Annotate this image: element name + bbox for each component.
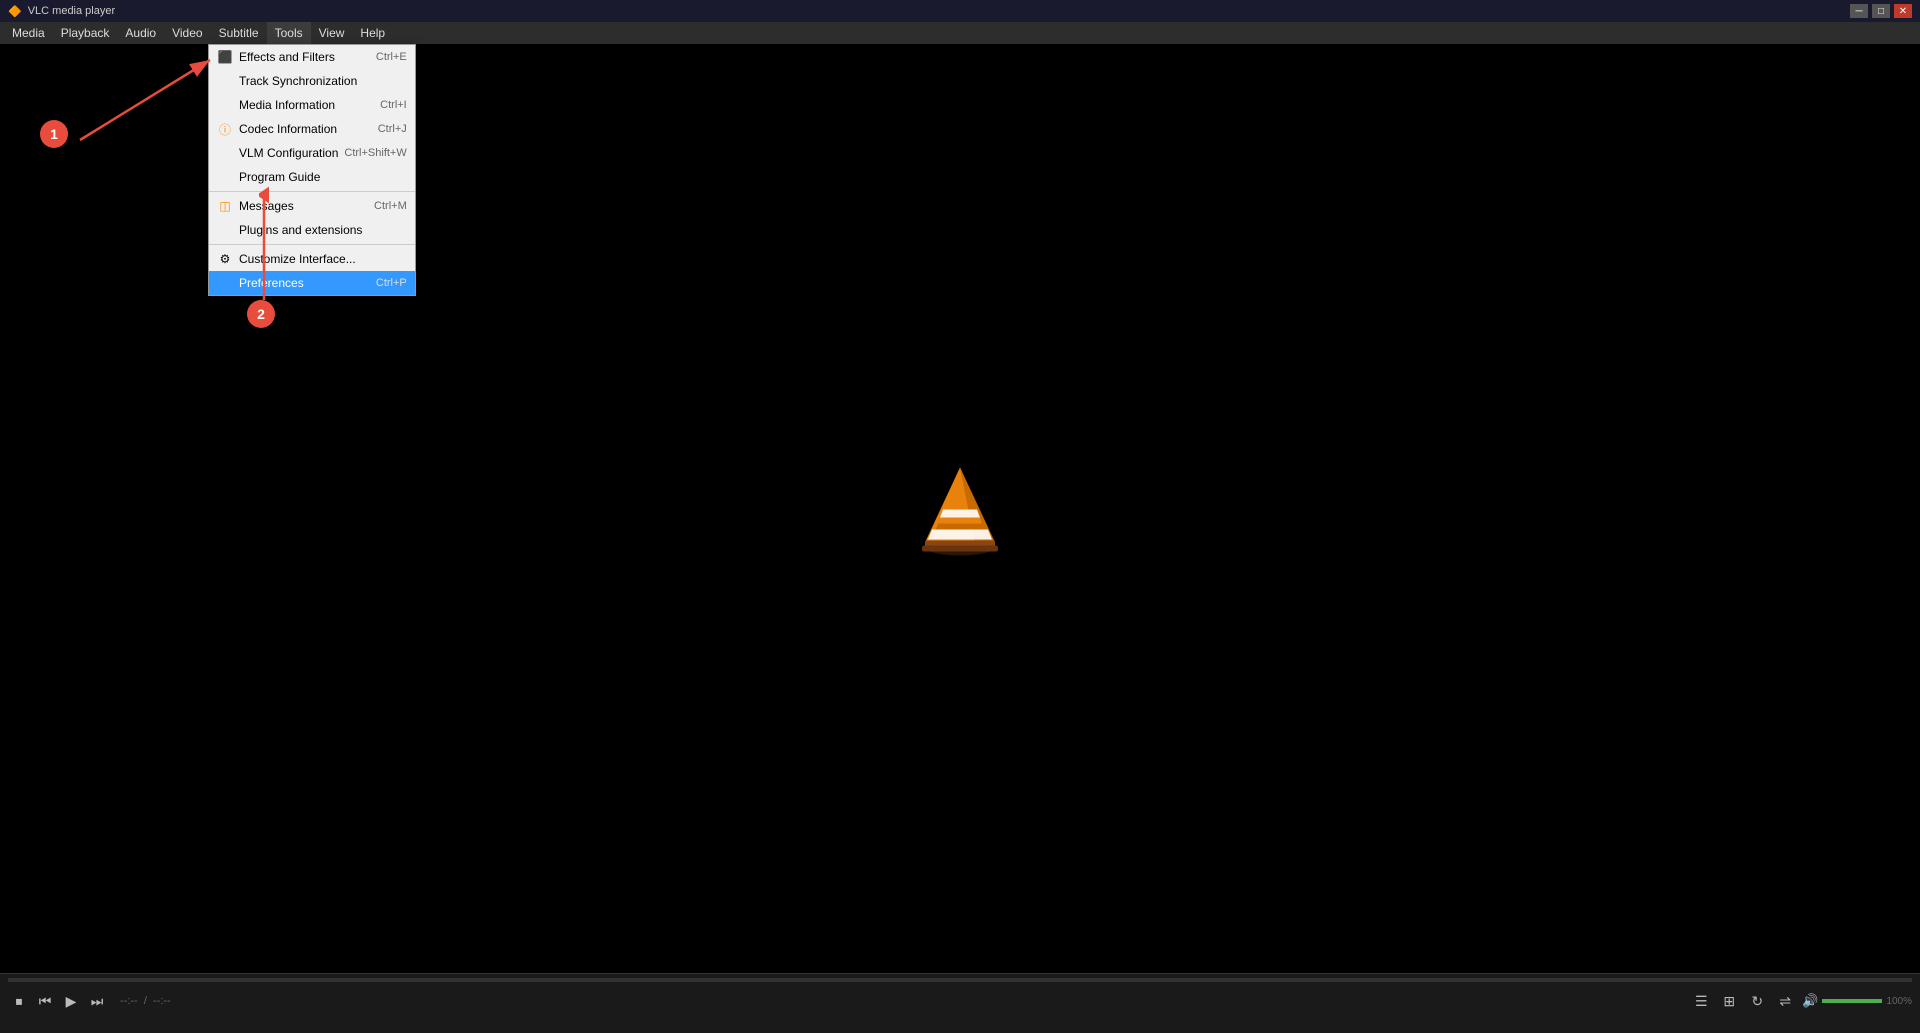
loop-button[interactable]: ↻ (1746, 990, 1768, 1012)
tools-dropdown-menu: ⬛ Effects and Filters Ctrl+E Track Synch… (208, 44, 416, 296)
play-button[interactable]: ▶ (60, 990, 82, 1012)
prev-button[interactable]: ⏮ (34, 990, 56, 1012)
plugins-icon (217, 222, 233, 238)
menu-messages[interactable]: ◫ Messages Ctrl+M (209, 194, 415, 218)
shuffle-button[interactable]: ⇌ (1774, 990, 1796, 1012)
menu-vlm-configuration[interactable]: VLM Configuration Ctrl+Shift+W (209, 141, 415, 165)
effects-label: Effects and Filters (239, 50, 335, 64)
menu-item-subtitle[interactable]: Subtitle (211, 22, 267, 44)
track-sync-icon (217, 73, 233, 89)
vlm-label: VLM Configuration (239, 146, 338, 160)
vlm-shortcut: Ctrl+Shift+W (344, 147, 406, 159)
media-info-icon (217, 97, 233, 113)
volume-slider[interactable] (1822, 999, 1882, 1003)
messages-icon: ◫ (217, 198, 233, 214)
time-display: --:-- / --:-- (120, 995, 171, 1007)
stop-button[interactable]: ⏹ (8, 990, 30, 1012)
volume-percent: 100% (1886, 996, 1912, 1007)
menu-item-media[interactable]: Media (4, 22, 53, 44)
customize-label: Customize Interface... (239, 252, 356, 266)
menu-program-guide[interactable]: Program Guide (209, 165, 415, 189)
track-sync-label: Track Synchronization (239, 74, 357, 88)
preferences-icon (217, 275, 233, 291)
menu-media-information[interactable]: Media Information Ctrl+I (209, 93, 415, 117)
menu-codec-information[interactable]: ⓘ Codec Information Ctrl+J (209, 117, 415, 141)
preferences-shortcut: Ctrl+P (376, 277, 407, 289)
vlc-cone (910, 457, 1010, 560)
app-icon: 🔶 (8, 5, 22, 18)
maximize-button[interactable]: □ (1872, 4, 1890, 18)
menu-item-audio[interactable]: Audio (117, 22, 164, 44)
vlc-cone-svg (910, 457, 1010, 557)
menu-bar: Media Playback Audio Video Subtitle Tool… (0, 22, 1920, 44)
window-title: VLC media player (28, 5, 115, 17)
menu-item-view[interactable]: View (311, 22, 353, 44)
messages-label: Messages (239, 199, 294, 213)
progress-bar[interactable] (8, 978, 1912, 982)
menu-item-playback[interactable]: Playback (53, 22, 118, 44)
title-bar-controls: ─ □ ✕ (1850, 4, 1912, 18)
plugins-label: Plugins and extensions (239, 223, 362, 237)
separator-1 (209, 191, 415, 192)
title-bar-left: 🔶 VLC media player (8, 5, 115, 18)
preferences-label: Preferences (239, 276, 304, 290)
codec-label: Codec Information (239, 122, 337, 136)
media-info-shortcut: Ctrl+I (380, 99, 407, 111)
menu-customize-interface[interactable]: ⚙ Customize Interface... (209, 247, 415, 271)
messages-shortcut: Ctrl+M (374, 200, 407, 212)
time-current: --:-- (120, 995, 138, 1007)
effects-icon: ⬛ (217, 49, 233, 65)
menu-item-video[interactable]: Video (164, 22, 210, 44)
title-bar: 🔶 VLC media player ─ □ ✕ (0, 0, 1920, 22)
media-info-label: Media Information (239, 98, 335, 112)
player-bar: ⏹ ⏮ ▶ ⏭ --:-- / --:-- ☰ ⊞ ↻ ⇌ 🔊 100% (0, 973, 1920, 1033)
menu-effects-and-filters[interactable]: ⬛ Effects and Filters Ctrl+E (209, 45, 415, 69)
customize-icon: ⚙ (217, 251, 233, 267)
volume-icon: 🔊 (1802, 993, 1818, 1009)
menu-item-tools[interactable]: Tools (267, 22, 311, 44)
next-button[interactable]: ⏭ (86, 990, 108, 1012)
playlist-button[interactable]: ☰ (1690, 990, 1712, 1012)
player-controls: ⏹ ⏮ ▶ ⏭ --:-- / --:-- ☰ ⊞ ↻ ⇌ 🔊 100% (0, 986, 1920, 1016)
vlm-icon (217, 145, 233, 161)
extended-settings-button[interactable]: ⊞ (1718, 990, 1740, 1012)
volume-fill (1822, 999, 1882, 1003)
time-total: --:-- (153, 995, 171, 1007)
effects-shortcut: Ctrl+E (376, 51, 407, 63)
program-guide-label: Program Guide (239, 170, 320, 184)
separator-2 (209, 244, 415, 245)
program-guide-icon (217, 169, 233, 185)
codec-shortcut: Ctrl+J (378, 123, 407, 135)
menu-plugins-extensions[interactable]: Plugins and extensions (209, 218, 415, 242)
menu-preferences[interactable]: Preferences Ctrl+P (209, 271, 415, 295)
menu-track-synchronization[interactable]: Track Synchronization (209, 69, 415, 93)
close-button[interactable]: ✕ (1894, 4, 1912, 18)
codec-icon: ⓘ (217, 121, 233, 137)
menu-item-help[interactable]: Help (352, 22, 393, 44)
minimize-button[interactable]: ─ (1850, 4, 1868, 18)
